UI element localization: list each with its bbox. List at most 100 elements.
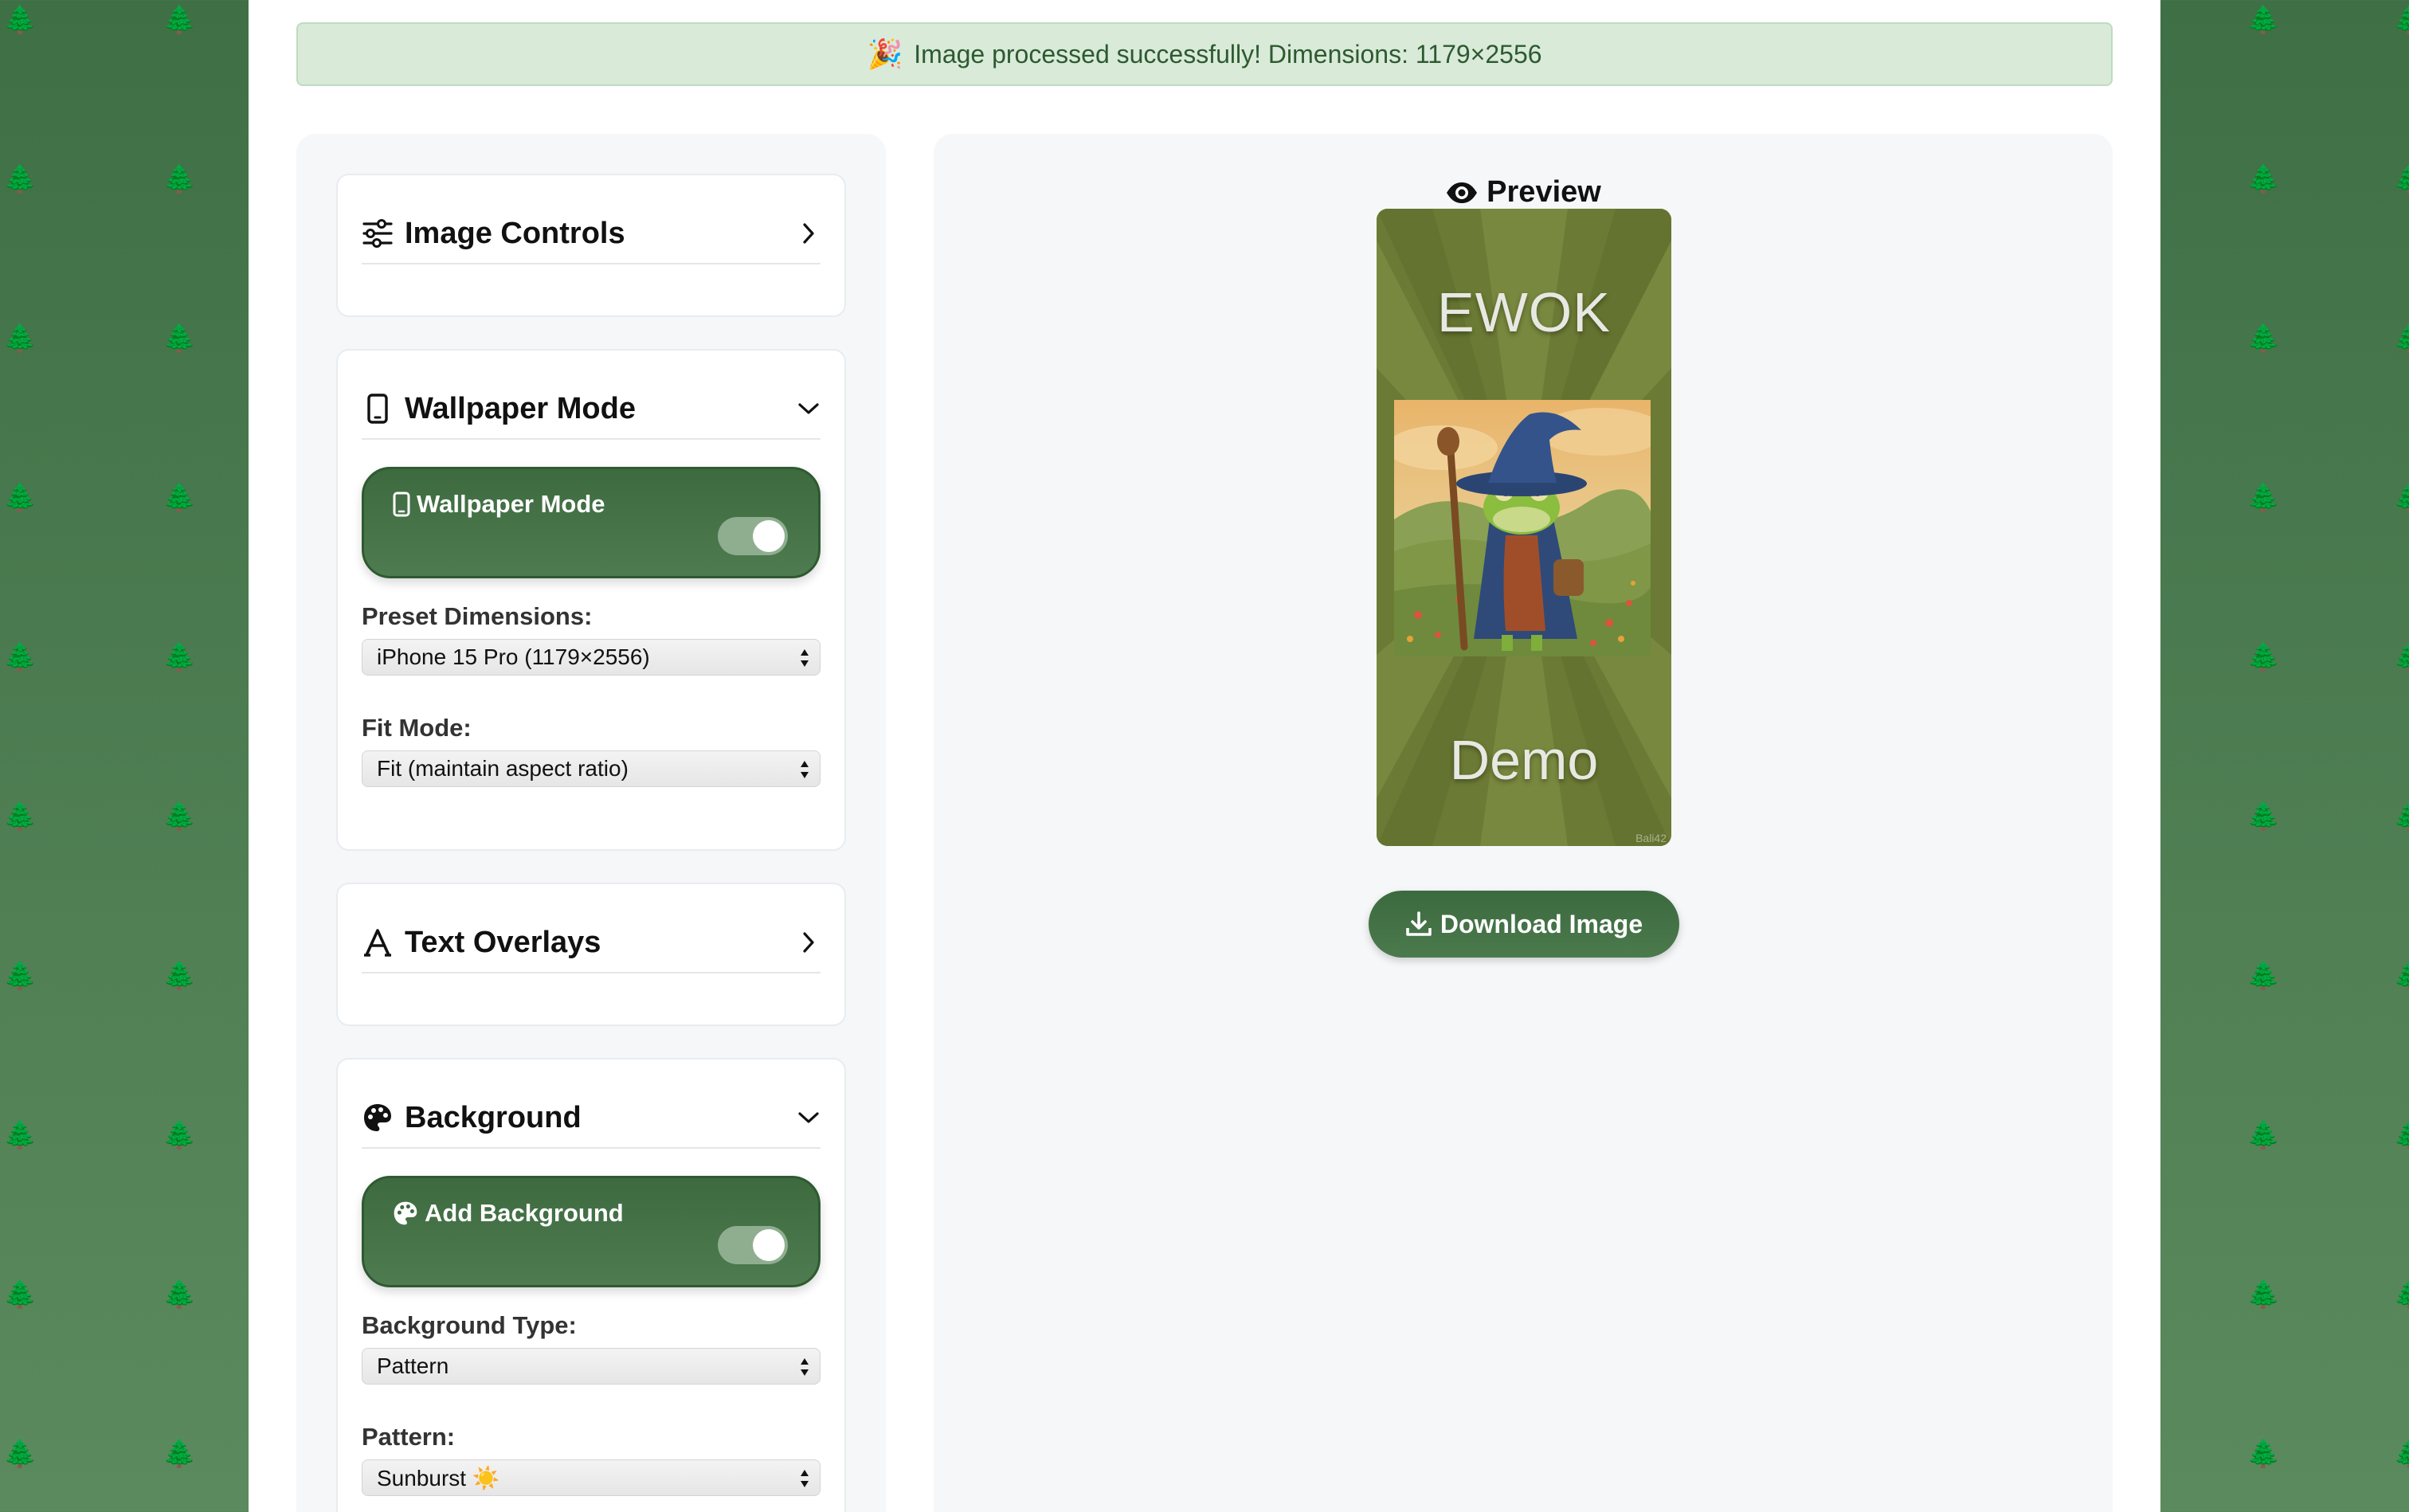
text-a-icon — [362, 926, 394, 958]
tree-pattern-right: 🌲 🌲 🌲 🌲 🌲 🌲 🌲 🌲 🌲 🌲 🌲 🌲 🌲 🌲 🌲 🌲 🌲 🌲 🌲 🌲 — [2160, 0, 2409, 1512]
chevron-down-icon[interactable] — [797, 1106, 821, 1130]
wallpaper-toggle-label: Wallpaper Mode — [417, 490, 605, 518]
text-overlays-header[interactable]: Text Overlays — [362, 913, 821, 973]
pine-tree-icon: 🌲 — [163, 483, 197, 513]
pattern-select[interactable]: Sunburst ☀️ — [362, 1459, 821, 1496]
fit-mode-value: Fit (maintain aspect ratio) — [377, 756, 629, 781]
pine-tree-icon: 🌲 — [163, 1120, 197, 1150]
pine-tree-icon: 🌲 — [3, 961, 37, 991]
wallpaper-mode-switch[interactable] — [718, 517, 788, 555]
download-label: Download Image — [1440, 909, 1643, 938]
pattern-label: Pattern: — [362, 1423, 456, 1451]
pine-tree-icon: 🌲 — [163, 961, 197, 991]
background-toggle-label-wrap: Add Background — [393, 1199, 624, 1228]
switch-knob — [753, 520, 785, 552]
preview-title: Preview — [1487, 175, 1601, 209]
pine-tree-icon: 🌲 — [3, 483, 37, 513]
pine-tree-icon: 🌲 — [2393, 803, 2409, 830]
wallpaper-mode-card: Wallpaper Mode Wallpaper Mode Preset Dim… — [336, 349, 846, 851]
pine-tree-icon: 🌲 — [2246, 1439, 2281, 1469]
pine-tree-icon: 🌲 — [2393, 325, 2409, 352]
phone-icon — [362, 393, 394, 425]
select-arrows-icon — [801, 649, 809, 667]
main-page: 🎉 Image processed successfully! Dimensio… — [249, 0, 2160, 1512]
overlay-top-text: EWOK — [1437, 281, 1611, 343]
success-message: Image processed successfully! Dimensions… — [914, 39, 1542, 69]
pine-tree-icon: 🌲 — [2393, 1122, 2409, 1149]
chevron-right-icon[interactable] — [797, 221, 821, 245]
wallpaper-mode-title: Wallpaper Mode — [405, 391, 636, 425]
pine-tree-icon: 🌲 — [2246, 483, 2281, 513]
add-background-switch[interactable] — [718, 1226, 788, 1264]
pine-tree-icon: 🌲 — [3, 164, 37, 194]
pine-tree-icon: 🌲 — [2393, 484, 2409, 511]
chevron-right-icon[interactable] — [797, 930, 821, 954]
pine-tree-icon: 🌲 — [163, 5, 197, 35]
pine-tree-icon: 🌲 — [2246, 801, 2281, 832]
download-image-button[interactable]: Download Image — [1369, 891, 1679, 958]
pine-tree-icon: 🌲 — [163, 1279, 197, 1310]
select-arrows-icon — [801, 1470, 809, 1487]
background-title: Background — [405, 1100, 582, 1134]
pine-tree-icon: 🌲 — [2246, 642, 2281, 672]
controls-panel: Image Controls Wallpaper Mode Wallpaper … — [296, 134, 886, 1512]
chevron-down-icon[interactable] — [797, 397, 821, 421]
pine-tree-icon: 🌲 — [3, 1120, 37, 1150]
pine-tree-icon: 🌲 — [163, 801, 197, 832]
pine-tree-icon: 🌲 — [2393, 6, 2409, 33]
tree-pattern-left: 🌲 🌲 🌲 🌲 🌲 🌲 🌲 🌲 🌲 🌲 🌲 🌲 🌲 🌲 🌲 🌲 🌲 🌲 🌲 🌲 — [0, 0, 249, 1512]
wallpaper-mode-toggle-box: Wallpaper Mode — [362, 467, 821, 578]
background-type-select[interactable]: Pattern — [362, 1348, 821, 1385]
wallpaper-preview-image: EWOK Demo Bali42 — [1377, 209, 1671, 846]
phone-icon — [393, 492, 410, 517]
sliders-icon — [362, 217, 394, 249]
background-header[interactable]: Background — [362, 1088, 821, 1149]
success-banner: 🎉 Image processed successfully! Dimensio… — [296, 22, 2113, 86]
pattern-value: Sunburst ☀️ — [377, 1465, 500, 1490]
fit-mode-select[interactable]: Fit (maintain aspect ratio) — [362, 750, 821, 787]
wallpaper-toggle-label-wrap: Wallpaper Mode — [393, 490, 605, 519]
overlay-bottom-text: Demo — [1449, 729, 1599, 791]
pine-tree-icon: 🌲 — [163, 642, 197, 672]
party-popper-icon: 🎉 — [867, 37, 903, 70]
image-controls-card: Image Controls — [336, 174, 846, 317]
pine-tree-icon: 🌲 — [2393, 962, 2409, 989]
pine-tree-icon: 🌲 — [2393, 644, 2409, 671]
pine-tree-icon: 🌲 — [3, 323, 37, 354]
add-background-label: Add Background — [425, 1199, 624, 1227]
pine-tree-icon: 🌲 — [163, 323, 197, 354]
fit-mode-label: Fit Mode: — [362, 714, 472, 742]
pine-tree-icon: 🌲 — [2246, 1120, 2281, 1150]
pine-tree-icon: 🌲 — [3, 1439, 37, 1469]
text-overlays-title: Text Overlays — [405, 925, 601, 959]
pine-tree-icon: 🌲 — [163, 1439, 197, 1469]
pine-tree-icon: 🌲 — [2393, 1281, 2409, 1308]
palette-icon — [362, 1102, 394, 1134]
pine-tree-icon: 🌲 — [2393, 1440, 2409, 1467]
preview-heading: Preview — [934, 175, 2113, 210]
download-icon — [1405, 911, 1432, 938]
pine-tree-icon: 🌲 — [2393, 166, 2409, 193]
switch-knob — [753, 1229, 785, 1261]
text-overlays-card: Text Overlays — [336, 883, 846, 1026]
preset-dimensions-label: Preset Dimensions: — [362, 602, 593, 630]
pine-tree-icon: 🌲 — [163, 164, 197, 194]
preset-dimensions-select[interactable]: iPhone 15 Pro (1179×2556) — [362, 639, 821, 676]
select-arrows-icon — [801, 1358, 809, 1376]
palette-icon — [393, 1201, 418, 1226]
pine-tree-icon: 🌲 — [3, 642, 37, 672]
eye-icon — [1445, 181, 1479, 205]
pine-tree-icon: 🌲 — [2246, 1279, 2281, 1310]
background-type-value: Pattern — [377, 1353, 449, 1378]
watermark-text: Bali42 — [1635, 832, 1667, 844]
pine-tree-icon: 🌲 — [3, 1279, 37, 1310]
pine-tree-icon: 🌲 — [2246, 323, 2281, 354]
add-background-toggle-box: Add Background — [362, 1176, 821, 1287]
wallpaper-mode-header[interactable]: Wallpaper Mode — [362, 379, 821, 440]
image-controls-header[interactable]: Image Controls — [362, 204, 821, 264]
image-controls-title: Image Controls — [405, 216, 625, 250]
pine-tree-icon: 🌲 — [2246, 164, 2281, 194]
pine-tree-icon: 🌲 — [2246, 961, 2281, 991]
pine-tree-icon: 🌲 — [3, 801, 37, 832]
preset-dimensions-value: iPhone 15 Pro (1179×2556) — [377, 644, 650, 669]
